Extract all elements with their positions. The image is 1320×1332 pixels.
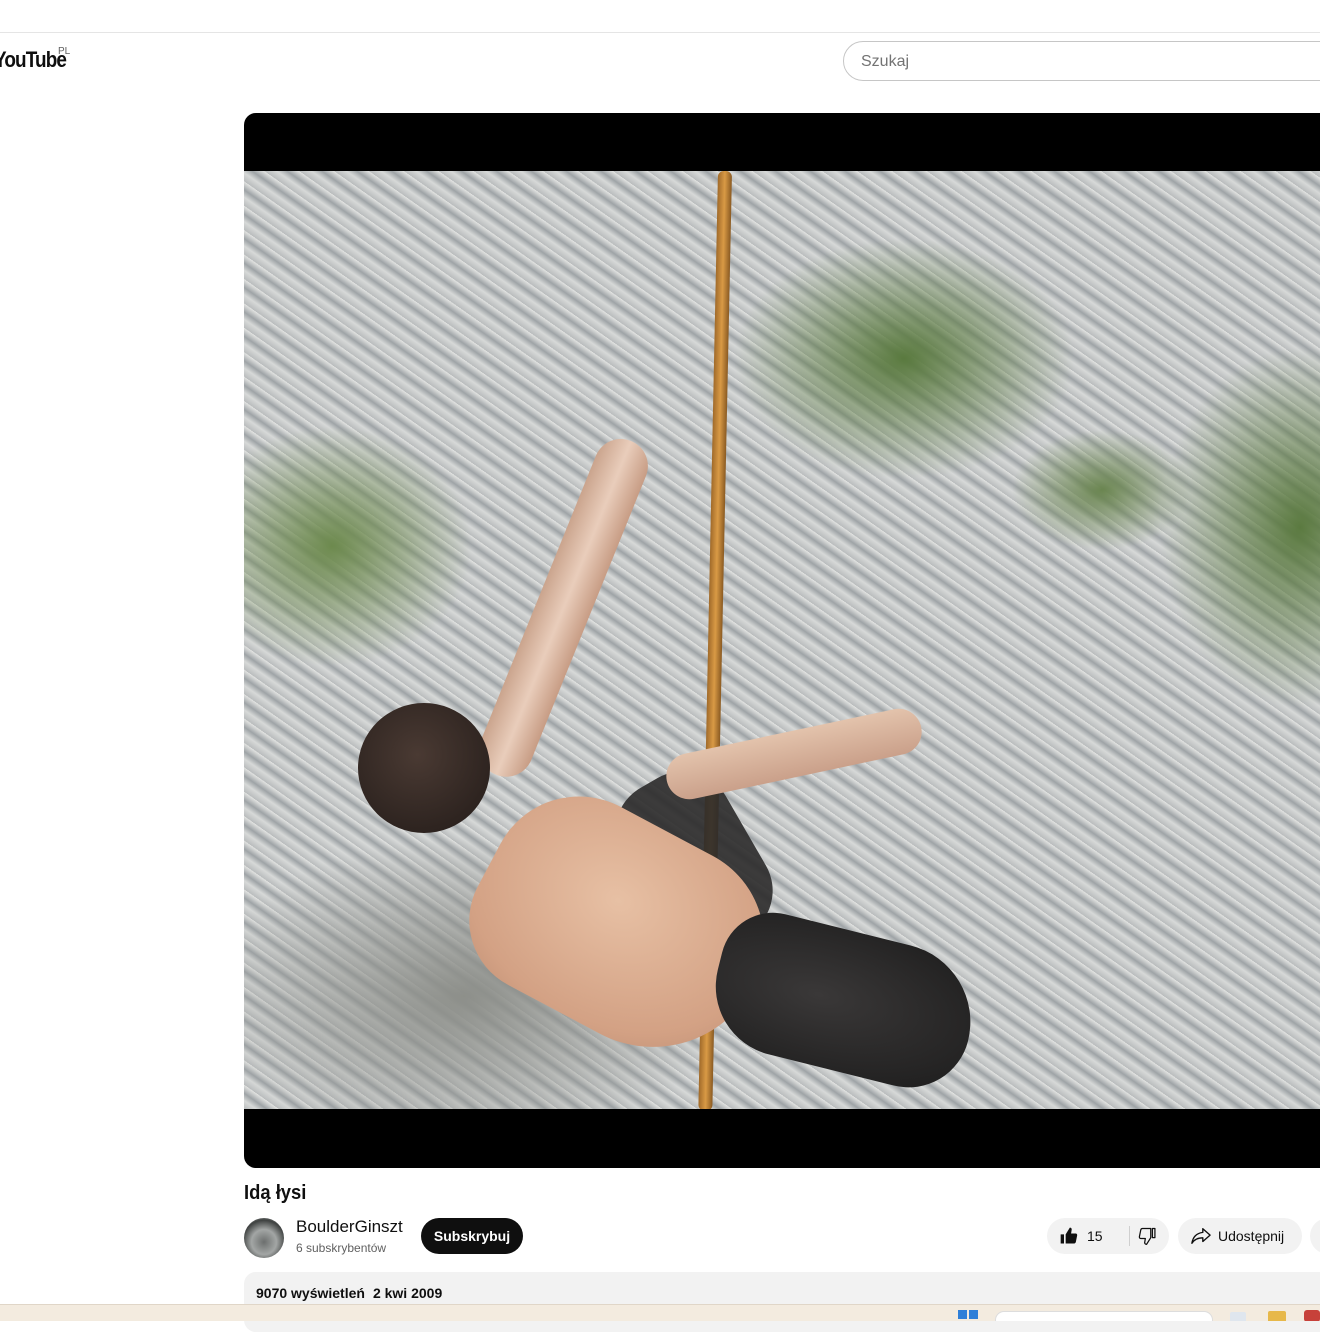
channel-subscriber-count: 6 subskrybentów <box>296 1241 387 1255</box>
like-dislike-pill: 15 <box>1047 1218 1169 1254</box>
share-label: Udostępnij <box>1218 1228 1285 1244</box>
browser-top-strip <box>0 0 1320 33</box>
search-input[interactable] <box>859 42 1320 82</box>
video-title: Idą łysi <box>244 1182 307 1204</box>
upload-date: 2 kwi 2009 <box>372 1285 443 1301</box>
video-frame <box>244 171 1320 1109</box>
climber-side-arm <box>662 704 926 804</box>
climber-raised-arm <box>471 430 657 785</box>
windows-start-icon[interactable] <box>958 1310 978 1321</box>
app-icon[interactable] <box>1304 1310 1320 1321</box>
channel-avatar[interactable] <box>244 1218 284 1258</box>
channel-name[interactable]: BoulderGinszt <box>296 1217 403 1237</box>
logo-region-code: PL <box>58 46 71 57</box>
climber-pants <box>700 901 988 1101</box>
video-meta: 9070 wyświetleń 2 kwi 2009 <box>256 1285 442 1301</box>
share-arrow-icon <box>1191 1228 1211 1244</box>
thumbs-up-icon <box>1060 1227 1078 1244</box>
dislike-button[interactable] <box>1131 1218 1169 1254</box>
view-count: 9070 wyświetleń <box>256 1285 365 1301</box>
search-box <box>843 41 1320 82</box>
masthead: YouTube PL <box>0 33 1320 89</box>
pill-divider <box>1129 1226 1130 1246</box>
youtube-logo[interactable]: YouTube <box>0 47 67 73</box>
share-button[interactable]: Udostępnij <box>1178 1218 1302 1254</box>
os-taskbar <box>0 1304 1320 1321</box>
subscribe-button[interactable]: Subskrybuj <box>421 1218 523 1254</box>
thumbs-down-icon <box>1138 1227 1156 1245</box>
more-actions-button[interactable] <box>1310 1218 1320 1254</box>
like-count: 15 <box>1087 1228 1103 1244</box>
like-button[interactable]: 15 <box>1047 1218 1119 1254</box>
description-box[interactable]: 9070 wyświetleń 2 kwi 2009 <box>244 1272 1320 1332</box>
climber-head <box>358 703 490 833</box>
video-player[interactable] <box>244 113 1320 1168</box>
